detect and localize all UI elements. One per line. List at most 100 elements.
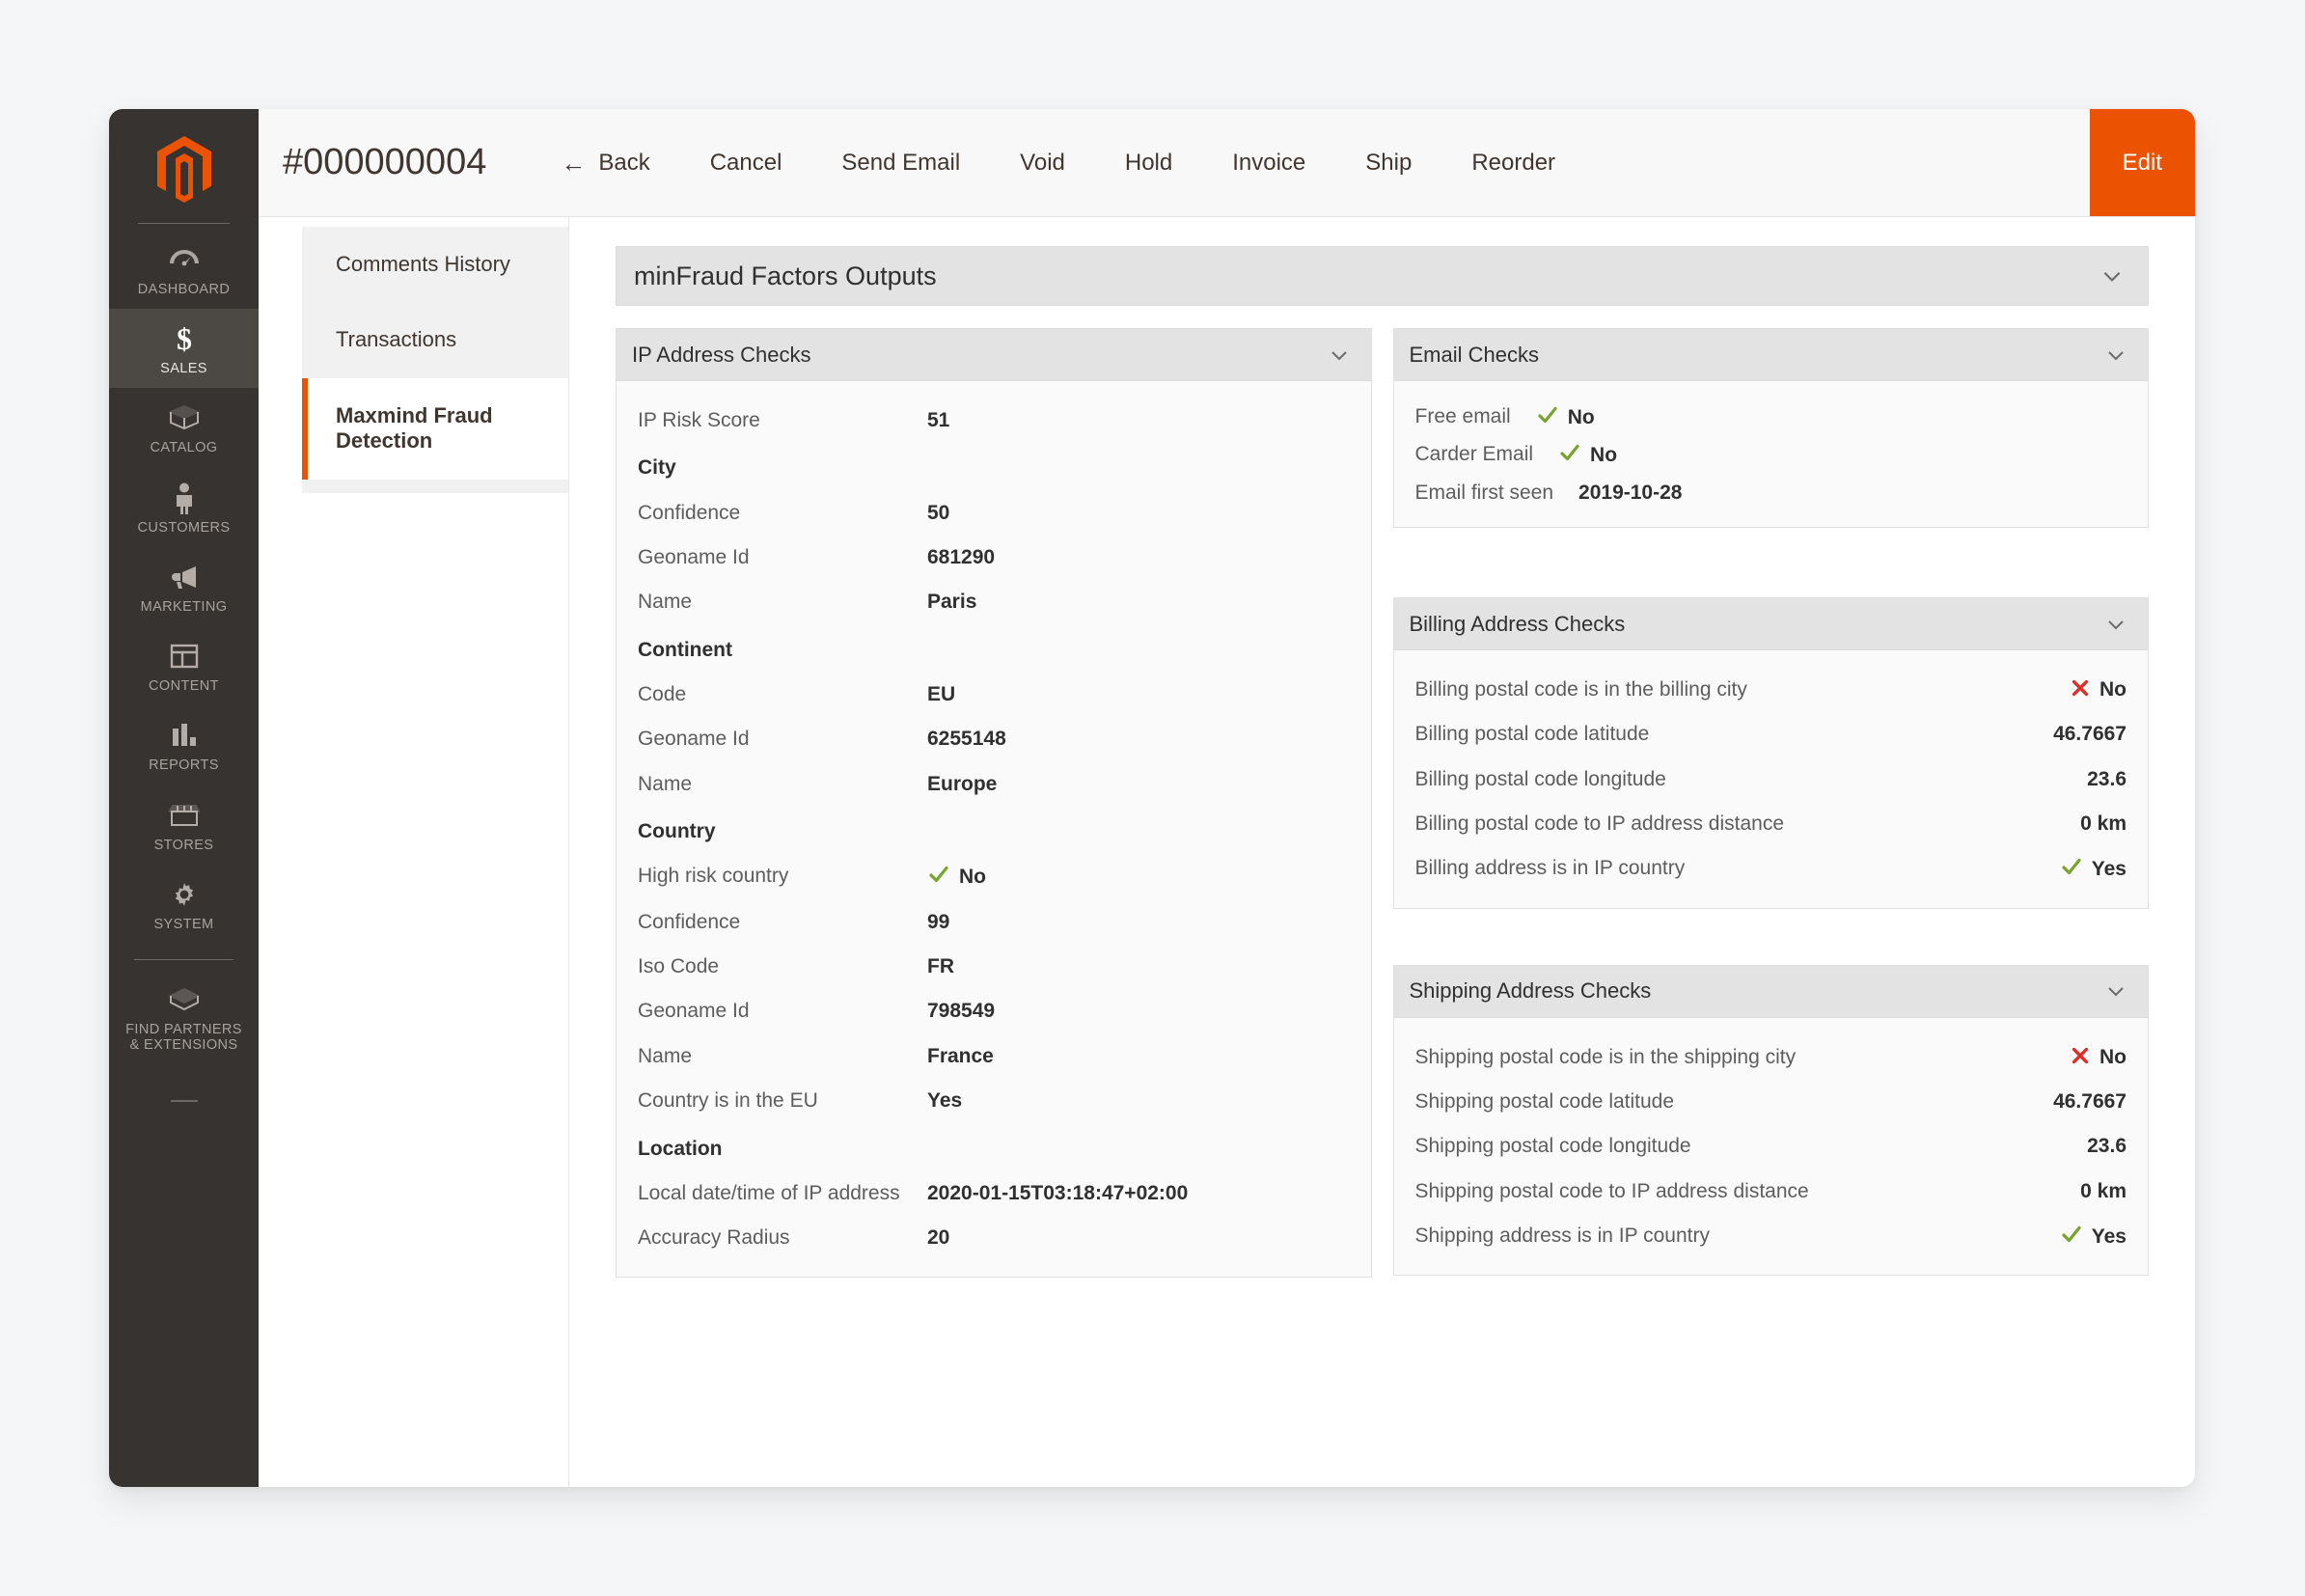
chevron-down-icon[interactable] <box>2103 612 2128 637</box>
data-row: Iso Code FR <box>638 945 1350 989</box>
back-button[interactable]: ← Back <box>531 150 679 177</box>
sidebar-item-content[interactable]: CONTENT <box>109 626 259 705</box>
data-row: Shipping address is in IP country Yes <box>1415 1214 2127 1259</box>
data-row: Confidence 50 <box>638 491 1350 536</box>
row-value: 2019-10-28 <box>1578 480 1682 507</box>
ip-address-checks-header[interactable]: IP Address Checks <box>617 329 1371 381</box>
email-checks-header[interactable]: Email Checks <box>1393 329 2148 381</box>
sidebar-item-stores[interactable]: STORES <box>109 785 259 865</box>
sidebar-item-label: CUSTOMERS <box>137 519 231 536</box>
row-value: 0 km <box>2080 811 2127 838</box>
data-row: High risk country No <box>638 854 1350 899</box>
sidebar-item-sales[interactable]: $ SALES <box>109 309 259 389</box>
data-row: Shipping postal code latitude 46.7667 <box>1415 1080 2127 1124</box>
page-body: Comments History Transactions Maxmind Frau… <box>259 217 2195 1487</box>
shipping-address-checks-title: Shipping Address Checks <box>1409 978 1652 1004</box>
row-label: Name <box>638 1044 693 1067</box>
data-row: Billing postal code longitude 23.6 <box>1415 757 2127 802</box>
row-value: No <box>1536 403 1595 431</box>
row-value-text: 46.7667 <box>2053 723 2127 746</box>
order-tab-comments-history[interactable]: Comments History <box>302 227 568 302</box>
row-value: Paris <box>927 589 1350 616</box>
data-row: Code EU <box>638 673 1350 717</box>
back-button-label: Back <box>598 149 650 176</box>
sidebar-item-label: REPORTS <box>149 757 219 774</box>
magento-logo-icon[interactable] <box>109 126 259 219</box>
data-row: Free email No <box>1415 399 2127 436</box>
billing-address-checks-header[interactable]: Billing Address Checks <box>1393 598 2148 651</box>
data-row: Billing postal code is in the billing ci… <box>1415 668 2127 712</box>
data-row: Confidence 99 <box>638 900 1350 945</box>
order-sidebar: Comments History Transactions Maxmind Frau… <box>259 217 569 1487</box>
sidebar-item-customers[interactable]: CUSTOMERS <box>109 468 259 547</box>
sidebar-item-label: CONTENT <box>149 678 219 695</box>
row-label: Shipping postal code to IP address dista… <box>1414 1179 1809 1202</box>
ship-button[interactable]: Ship <box>1335 150 1441 177</box>
row-label: Accuracy Radius <box>638 1226 790 1250</box>
row-value: Yes <box>2060 1223 2127 1251</box>
row-label: Name <box>638 772 693 795</box>
checks-grid: IP Address Checks IP Risk Score 51 City Con… <box>616 328 2149 1278</box>
data-row: Billing postal code latitude 46.7667 <box>1415 712 2127 757</box>
sidebar-item-catalog[interactable]: CATALOG <box>109 388 259 467</box>
admin-window: DASHBOARD $ SALES CATALOG CUSTOMERS MARKETING… <box>109 109 2195 1487</box>
row-value-text: 23.6 <box>2087 1135 2127 1158</box>
row-value-text: 2019-10-28 <box>1578 481 1683 504</box>
shipping-address-checks-header[interactable]: Shipping Address Checks <box>1393 965 2148 1018</box>
row-value-text: EU <box>927 683 956 706</box>
edit-button[interactable]: Edit <box>2089 109 2195 216</box>
sidebar-item-find-partners-extensions[interactable]: FIND PARTNERS & EXTENSIONS <box>109 970 259 1064</box>
group-heading: City <box>638 443 1350 490</box>
data-row: Billing postal code to IP address distan… <box>1415 802 2127 846</box>
rail-divider <box>138 223 230 224</box>
row-label: Shipping postal code is in the shipping … <box>1414 1045 1797 1068</box>
row-value: Yes <box>2060 855 2127 883</box>
email-checks-panel: Email Checks Free email No Carder Email No E… <box>1392 328 2149 529</box>
box-icon <box>164 401 205 434</box>
void-button[interactable]: Void <box>990 150 1095 177</box>
sidebar-item-dashboard[interactable]: DASHBOARD <box>109 230 259 309</box>
row-value-text: 50 <box>927 501 950 524</box>
hold-button[interactable]: Hold <box>1095 150 1202 177</box>
data-row: Billing address is in IP country Yes <box>1415 846 2127 892</box>
row-label: Shipping postal code longitude <box>1414 1135 1691 1158</box>
reorder-button[interactable]: Reorder <box>1441 150 1585 177</box>
sidebar-item-marketing[interactable]: MARKETING <box>109 547 259 626</box>
data-row: Name Europe <box>638 762 1350 807</box>
row-label: Local date/time of IP address <box>638 1181 900 1204</box>
content-region: #000000004 ← Back Cancel Send Email Void Ho… <box>259 109 2195 1487</box>
storefront-icon <box>164 799 205 832</box>
chevron-down-icon[interactable] <box>2103 343 2128 368</box>
rail-divider <box>134 959 233 961</box>
sidebar-item-label: FIND PARTNERS & EXTENSIONS <box>125 1022 242 1054</box>
row-value: FR <box>927 953 1350 980</box>
row-value: No <box>927 863 1350 891</box>
chevron-down-icon[interactable] <box>1327 343 1352 368</box>
ip-address-checks-title: IP Address Checks <box>632 342 811 367</box>
row-value-text: No <box>959 866 986 889</box>
email-checks-body: Free email No Carder Email No Email first se… <box>1394 381 2149 527</box>
check-icon <box>1536 403 1559 427</box>
row-value: No <box>2070 1044 2127 1071</box>
row-value-text: France <box>927 1044 994 1067</box>
row-value: No <box>2070 676 2127 703</box>
page-title: #000000004 <box>283 142 487 182</box>
send-email-button[interactable]: Send Email <box>811 150 990 177</box>
cancel-button[interactable]: Cancel <box>680 150 812 177</box>
panel-gap <box>1393 909 2150 965</box>
order-tab-transactions[interactable]: Transactions <box>302 302 568 377</box>
chevron-down-icon[interactable] <box>2099 263 2125 289</box>
data-row: Accuracy Radius 20 <box>638 1216 1350 1260</box>
row-value-text: Europe <box>927 772 998 795</box>
sidebar-item-reports[interactable]: REPORTS <box>109 705 259 784</box>
sidebar-item-system[interactable]: SYSTEM <box>109 865 259 944</box>
megaphone-icon <box>164 561 205 593</box>
sidebar-item-label: MARKETING <box>140 598 228 615</box>
chevron-down-icon[interactable] <box>2103 978 2128 1004</box>
shipping-address-checks-panel: Shipping Address Checks Shipping postal … <box>1392 964 2149 1277</box>
check-icon <box>2060 1223 2083 1246</box>
order-tab-maxmind-fraud-detection[interactable]: Maxmind Fraud Detection <box>302 377 568 480</box>
minfraud-section-header[interactable]: minFraud Factors Outputs <box>616 246 2149 306</box>
invoice-button[interactable]: Invoice <box>1202 150 1335 177</box>
row-value: No <box>1558 441 1617 469</box>
